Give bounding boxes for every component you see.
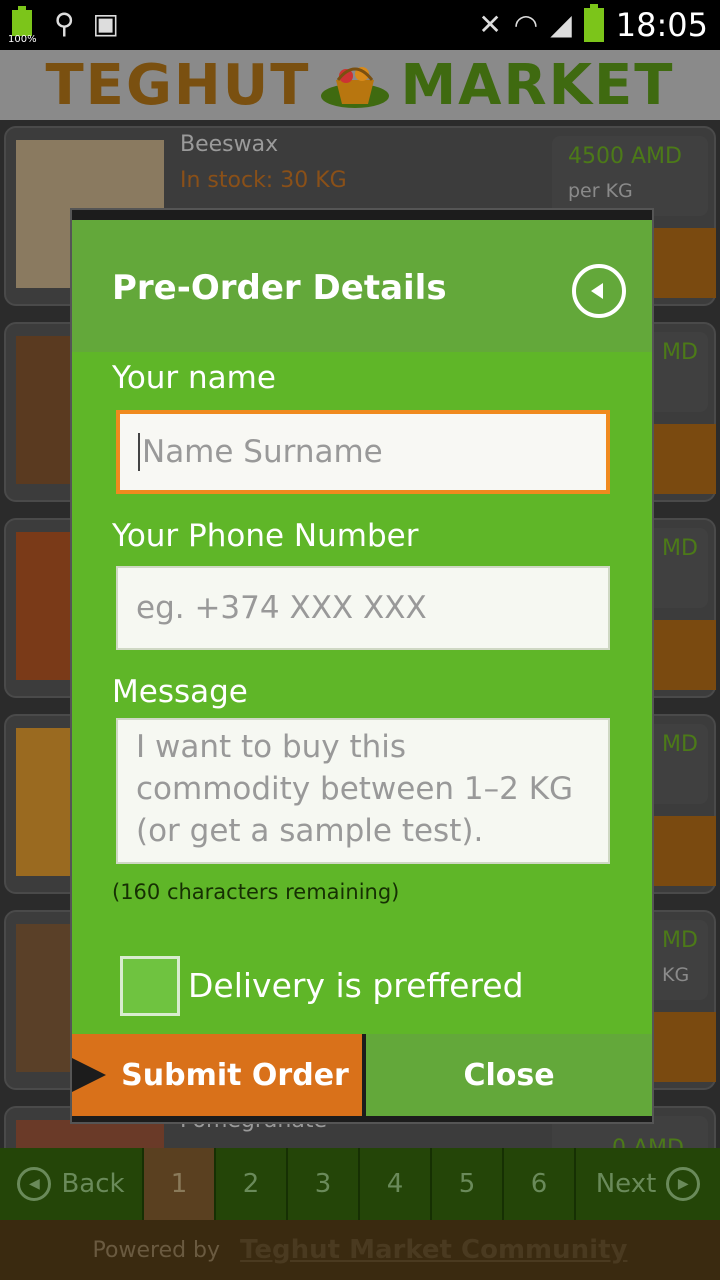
usb-icon: ⚲ xyxy=(54,7,75,40)
page-1-button[interactable]: 1 xyxy=(144,1148,216,1220)
page-2-button[interactable]: 2 xyxy=(216,1148,288,1220)
phone-label: Your Phone Number xyxy=(112,518,419,554)
battery-percent: 100% xyxy=(8,34,37,45)
next-label: Next xyxy=(595,1169,657,1199)
next-arrow-icon: ▶ xyxy=(666,1167,701,1201)
product-stock: In stock: 30 KG xyxy=(180,168,347,193)
message-label: Message xyxy=(112,674,248,710)
submit-order-button[interactable]: Submit Order xyxy=(72,1034,362,1116)
delivery-checkbox[interactable] xyxy=(120,956,180,1016)
battery-full-icon: 100% xyxy=(8,4,37,46)
message-placeholder: I want to buy this commodity between 1–2… xyxy=(136,729,574,849)
product-price: MD xyxy=(662,928,698,953)
back-arrow-icon: ◀ xyxy=(17,1167,52,1201)
product-price: MD xyxy=(662,536,698,561)
powered-by-label: Powered by xyxy=(92,1237,221,1263)
dialog-header: Pre-Order Details xyxy=(72,220,652,352)
wifi-icon: ◠ xyxy=(513,8,539,41)
footer: Powered by Teghut Market Community xyxy=(0,1220,720,1280)
product-price: MD xyxy=(662,732,698,757)
back-button[interactable]: ◀ Back xyxy=(0,1148,144,1220)
clock: 18:05 xyxy=(615,6,708,44)
product-unit: KG xyxy=(662,964,690,986)
pre-order-dialog: Pre-Order Details Your name Name Surname… xyxy=(70,208,654,1124)
page-6-button[interactable]: 6 xyxy=(504,1148,576,1220)
page-4-button[interactable]: 4 xyxy=(360,1148,432,1220)
basket-logo-icon xyxy=(321,67,390,108)
page-5-button[interactable]: 5 xyxy=(432,1148,504,1220)
mute-icon: ✕ xyxy=(478,8,502,41)
message-textarea[interactable]: I want to buy this commodity between 1–2… xyxy=(116,718,610,864)
text-caret xyxy=(138,433,140,471)
phone-input[interactable]: eg. +374 XXX XXX xyxy=(116,566,610,650)
close-button[interactable]: Close xyxy=(362,1034,652,1116)
next-button[interactable]: Next ▶ xyxy=(576,1148,720,1220)
price-box: 4500 AMD per KG xyxy=(552,136,708,216)
chars-remaining: (160 characters remaining) xyxy=(112,880,400,904)
sd-card-icon: ▣ xyxy=(92,7,119,40)
battery-icon xyxy=(583,4,604,42)
page-3-button[interactable]: 3 xyxy=(288,1148,360,1220)
name-placeholder: Name Surname xyxy=(142,434,383,470)
name-input[interactable]: Name Surname xyxy=(116,410,610,494)
dialog-buttons: Submit Order Close xyxy=(72,1034,652,1116)
product-unit: per KG xyxy=(568,180,633,202)
status-bar: 100% ⚲ ▣ ✕ ◠ ◢ 18:05 xyxy=(0,0,720,50)
pagination: ◀ Back 1 2 3 4 5 6 Next ▶ xyxy=(0,1148,720,1220)
product-title: Beeswax xyxy=(180,132,279,157)
signal-icon: ◢ xyxy=(550,8,572,41)
delivery-label[interactable]: Delivery is preffered xyxy=(188,966,524,1005)
logo-text-left: TEGHUT xyxy=(45,52,311,118)
community-link[interactable]: Teghut Market Community xyxy=(240,1235,627,1265)
phone-placeholder: eg. +374 XXX XXX xyxy=(136,590,427,626)
dialog-back-icon[interactable] xyxy=(572,264,626,318)
submit-label: Submit Order xyxy=(121,1057,349,1093)
app-header: TEGHUT MARKET xyxy=(0,50,720,120)
name-label: Your name xyxy=(112,360,276,396)
logo-text-right: MARKET xyxy=(400,52,675,118)
close-label: Close xyxy=(463,1057,555,1093)
back-label: Back xyxy=(61,1169,125,1199)
product-price: 4500 AMD xyxy=(568,144,682,169)
dialog-form: Your name Name Surname Your Phone Number… xyxy=(72,352,652,1034)
product-price: MD xyxy=(662,340,698,365)
dialog-title: Pre-Order Details xyxy=(112,268,447,308)
submit-arrow-icon xyxy=(72,1058,106,1092)
